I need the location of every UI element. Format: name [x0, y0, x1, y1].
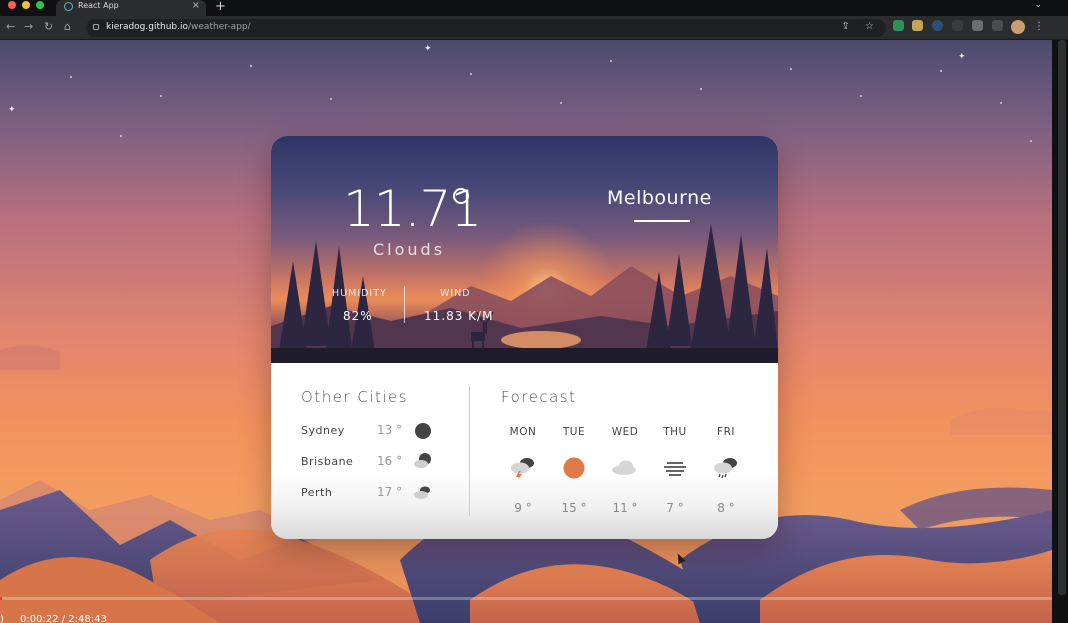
extensions-puzzle-icon[interactable] — [972, 20, 983, 31]
tab-title: React App — [78, 1, 119, 10]
lock-icon — [93, 24, 99, 30]
wind-label: WIND — [440, 288, 471, 299]
forecast-day: WED — [611, 426, 639, 438]
react-favicon-icon — [64, 2, 73, 11]
humidity-label: HUMIDITY — [332, 288, 387, 299]
browser-tab-bar: React App × + ⌄ — [0, 0, 1068, 16]
url-host: kieradog.github.io — [106, 22, 188, 32]
city-temperature: 16 ° — [377, 454, 403, 468]
extension-icon[interactable] — [912, 20, 923, 31]
browser-tab[interactable]: React App × — [56, 0, 206, 16]
forecast-temperature: 8 ° — [717, 501, 735, 515]
wind-value: 11.83 K/M — [424, 309, 494, 323]
reload-button[interactable]: ↻ — [44, 20, 53, 33]
forecast-temperature: 7 ° — [666, 501, 684, 515]
city-temperature: 17 ° — [377, 485, 403, 499]
humidity-value: 82% — [343, 309, 373, 323]
forecast-day: FRI — [717, 426, 735, 438]
forecast-temperature: 11 ° — [612, 501, 638, 515]
back-button[interactable]: ← — [6, 20, 15, 33]
react-devtools-icon[interactable] — [932, 20, 943, 31]
city-name: Brisbane — [301, 455, 354, 468]
sunset-landscape-image — [271, 221, 778, 363]
tab-close-icon[interactable]: × — [192, 0, 200, 11]
city-underline — [634, 220, 690, 222]
browser-toolbar: ← → ↻ ⌂ kieradog.github.io/weather-app/ … — [0, 16, 1068, 40]
side-panel-icon[interactable] — [992, 20, 1003, 31]
forecast-day: TUE — [562, 426, 586, 438]
current-condition: Clouds — [373, 240, 446, 259]
cloud-icon — [612, 460, 636, 475]
maximize-window-button[interactable] — [36, 1, 44, 9]
forecast-day: THU — [663, 426, 687, 438]
video-progress-fill — [0, 597, 3, 600]
url-text[interactable]: kieradog.github.io/weather-app/ — [106, 22, 251, 32]
minimize-window-button[interactable] — [22, 1, 30, 9]
forward-button[interactable]: → — [24, 20, 33, 33]
city-name: Sydney — [301, 424, 345, 437]
close-window-button[interactable] — [8, 1, 16, 9]
forecast-temperature: 15 ° — [561, 501, 587, 515]
other-cities-title: Other Cities — [301, 388, 409, 406]
new-tab-button[interactable]: + — [215, 0, 226, 14]
video-timecode: 0:00:22 / 2:48:43 — [20, 614, 107, 623]
forecast-day: MON — [509, 426, 537, 438]
profile-avatar[interactable] — [1011, 20, 1025, 34]
partly-cloudy-night-icon — [414, 453, 431, 468]
scrollbar-thumb[interactable] — [1058, 40, 1066, 595]
clear-night-icon — [415, 423, 431, 439]
section-divider — [469, 386, 470, 516]
city-name: Perth — [301, 486, 333, 499]
extension-icon[interactable] — [952, 20, 963, 31]
rain-icon — [714, 458, 737, 479]
url-path: /weather-app/ — [188, 22, 251, 32]
current-city: Melbourne — [607, 187, 712, 209]
thunderstorm-icon — [511, 458, 534, 481]
browser-menu-icon[interactable]: ⋮ — [1034, 21, 1044, 32]
degree-symbol-icon — [453, 188, 469, 204]
stats-divider — [404, 286, 405, 323]
weather-card: 11.71 Clouds Melbourne HUMIDITY 82% WIND… — [271, 136, 778, 539]
volume-icon[interactable]: ) — [0, 614, 4, 623]
video-progress-bar[interactable] — [0, 597, 1052, 600]
bookmark-star-icon[interactable]: ⇪ ☆ — [841, 21, 880, 32]
fog-icon — [664, 462, 686, 476]
address-bar[interactable]: kieradog.github.io/weather-app/ ⇪ ☆ — [86, 19, 886, 37]
forecast-temperature: 9 ° — [514, 501, 532, 515]
city-temperature: 13 ° — [377, 423, 403, 437]
sun-icon — [563, 457, 585, 479]
tab-search-icon[interactable]: ⌄ — [1034, 0, 1042, 10]
home-button[interactable]: ⌂ — [64, 20, 71, 33]
forecast-title: Forecast — [501, 388, 577, 406]
extension-icon[interactable] — [893, 20, 904, 31]
cloudy-icon — [414, 486, 430, 499]
current-weather-panel: 11.71 Clouds Melbourne HUMIDITY 82% WIND… — [271, 136, 778, 363]
details-panel: Other Cities Sydney 13 ° Brisbane 16 ° P… — [271, 363, 778, 539]
